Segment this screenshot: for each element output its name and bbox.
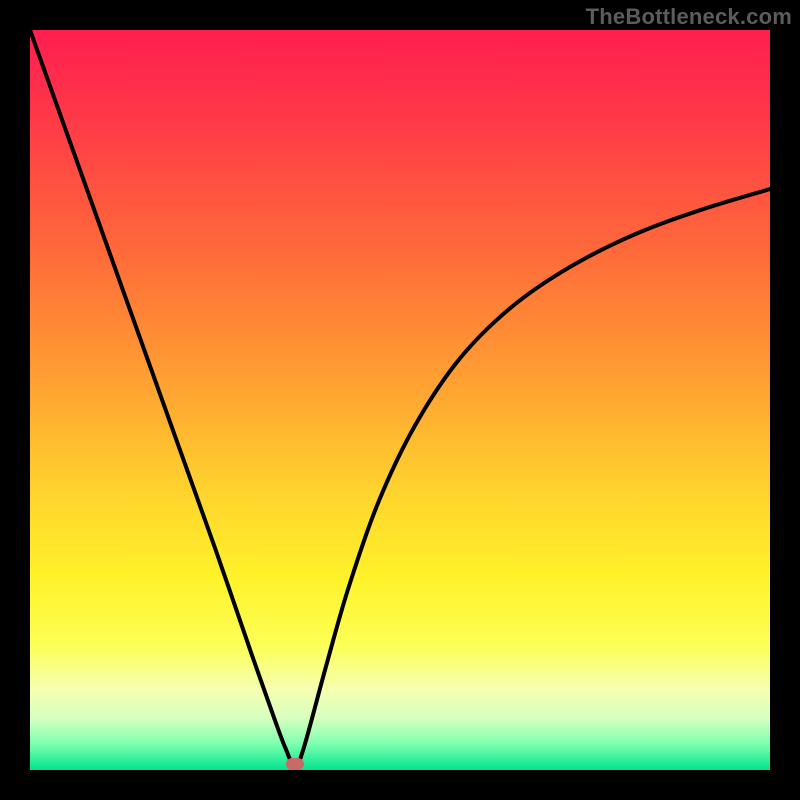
optimal-point-marker — [286, 758, 304, 770]
watermark-text: TheBottleneck.com — [586, 4, 792, 30]
chart-curve — [30, 30, 770, 770]
chart-plot-area — [30, 30, 770, 770]
